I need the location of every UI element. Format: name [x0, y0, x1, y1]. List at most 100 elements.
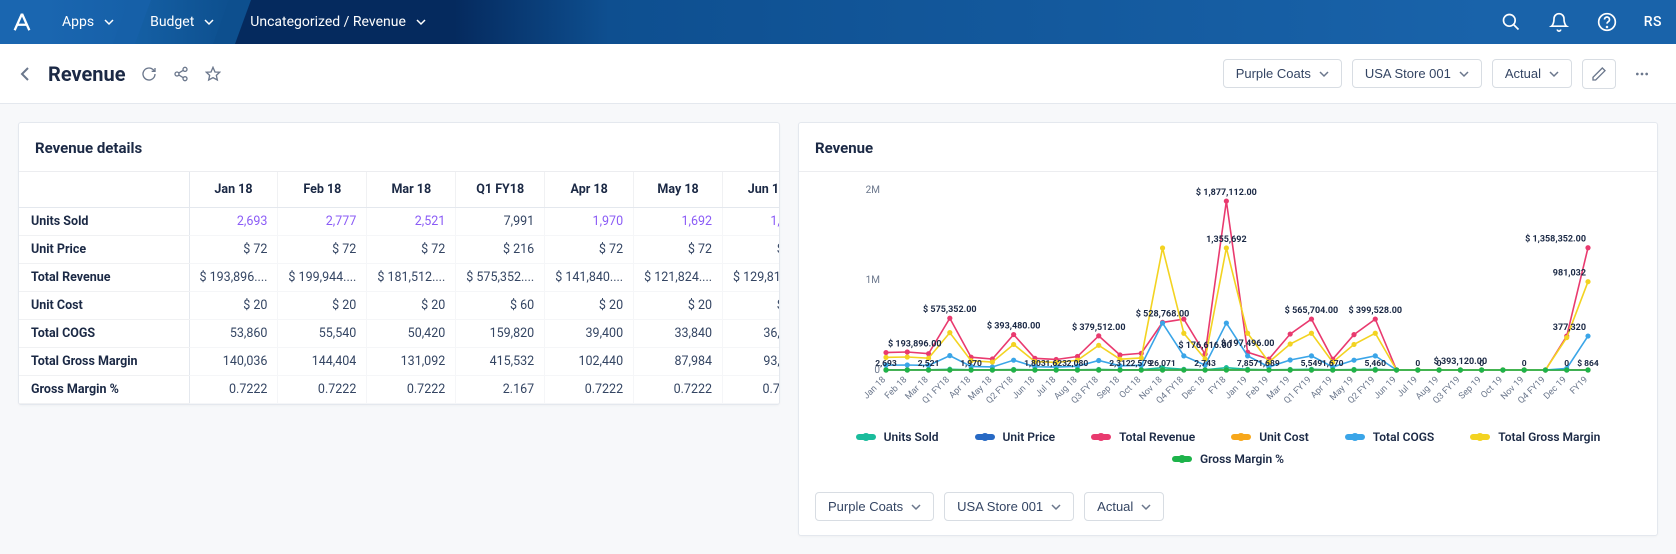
svg-text:2,521: 2,521 — [918, 359, 940, 369]
table-cell[interactable]: 2,693 — [189, 208, 278, 236]
table-column-header[interactable]: Jan 18 — [189, 172, 278, 208]
table-cell[interactable]: 39,400 — [545, 320, 634, 348]
edit-button[interactable] — [1582, 59, 1616, 89]
table-cell[interactable]: $ 72 — [634, 236, 723, 264]
table-cell[interactable]: 53,860 — [189, 320, 278, 348]
filter-product[interactable]: Purple Coats — [1223, 59, 1342, 88]
chart-filter-store[interactable]: USA Store 001 — [944, 492, 1074, 521]
table-cell[interactable]: $ 20 — [634, 292, 723, 320]
table-cell[interactable]: 7,991 — [456, 208, 545, 236]
table-column-header[interactable]: Feb 18 — [278, 172, 367, 208]
row-header[interactable]: Unit Cost — [19, 292, 189, 320]
svg-text:$ 1,358,352.00: $ 1,358,352.00 — [1525, 234, 1586, 245]
table-cell[interactable]: $ 20 — [723, 292, 779, 320]
table-cell[interactable]: $ 60 — [456, 292, 545, 320]
legend-label: Total Gross Margin — [1498, 430, 1600, 444]
table-cell[interactable]: $ 121,824.... — [634, 264, 723, 292]
svg-text:0: 0 — [1479, 359, 1484, 369]
table-column-header[interactable]: Q1 FY18 — [456, 172, 545, 208]
revenue-table: Jan 18Feb 18Mar 18Q1 FY18Apr 18May 18Jun… — [19, 172, 779, 404]
table-column-header[interactable]: Jun 18 — [723, 172, 779, 208]
legend-item[interactable]: Total COGS — [1345, 430, 1434, 444]
table-cell[interactable]: $ 216 — [456, 236, 545, 264]
table-cell[interactable]: 50,420 — [367, 320, 456, 348]
chart-filter-scenario[interactable]: Actual — [1084, 492, 1164, 521]
table-cell[interactable]: 87,984 — [634, 348, 723, 376]
legend-item[interactable]: Total Revenue — [1091, 430, 1195, 444]
table-cell[interactable]: $ 72 — [545, 236, 634, 264]
svg-text:Sep 19: Sep 19 — [1457, 375, 1484, 402]
back-button[interactable] — [18, 66, 34, 82]
table-cell[interactable]: $ 181,512.... — [367, 264, 456, 292]
table-cell[interactable]: 0.7222 — [723, 376, 779, 404]
row-header[interactable]: Total Gross Margin — [19, 348, 189, 376]
table-cell[interactable]: 0.7222 — [634, 376, 723, 404]
legend-item[interactable]: Unit Price — [975, 430, 1056, 444]
table-scroll[interactable]: Jan 18Feb 18Mar 18Q1 FY18Apr 18May 18Jun… — [19, 172, 779, 404]
table-cell[interactable]: 0.7222 — [278, 376, 367, 404]
table-cell[interactable]: 1,970 — [545, 208, 634, 236]
table-cell[interactable]: 131,092 — [367, 348, 456, 376]
svg-text:FY19: FY19 — [1569, 375, 1591, 397]
chart-filter-product[interactable]: Purple Coats — [815, 492, 934, 521]
table-column-header[interactable]: Mar 18 — [367, 172, 456, 208]
search-icon[interactable] — [1500, 11, 1522, 33]
table-cell[interactable]: 0.7222 — [189, 376, 278, 404]
filter-scenario[interactable]: Actual — [1492, 59, 1572, 88]
table-cell[interactable]: 144,404 — [278, 348, 367, 376]
legend-item[interactable]: Unit Cost — [1231, 430, 1309, 444]
table-cell[interactable]: 415,532 — [456, 348, 545, 376]
app-logo[interactable] — [0, 0, 44, 44]
table-cell[interactable]: $ 20 — [189, 292, 278, 320]
table-cell[interactable]: $ 20 — [367, 292, 456, 320]
table-cell[interactable]: $ 575,352.... — [456, 264, 545, 292]
table-cell[interactable]: 0.7222 — [545, 376, 634, 404]
table-cell[interactable]: 0.7222 — [367, 376, 456, 404]
table-cell[interactable]: $ 72 — [189, 236, 278, 264]
table-cell[interactable]: $ 72 — [367, 236, 456, 264]
row-header[interactable]: Units Sold — [19, 208, 189, 236]
legend-item[interactable]: Gross Margin % — [1172, 452, 1284, 466]
table-cell[interactable]: 102,440 — [545, 348, 634, 376]
table-cell[interactable]: $ 20 — [545, 292, 634, 320]
table-cell[interactable]: $ 193,896.... — [189, 264, 278, 292]
table-cell[interactable]: 36,060 — [723, 320, 779, 348]
table-column-header[interactable]: May 18 — [634, 172, 723, 208]
row-header[interactable]: Gross Margin % — [19, 376, 189, 404]
table-cell[interactable]: $ 20 — [278, 292, 367, 320]
row-header[interactable]: Total Revenue — [19, 264, 189, 292]
more-button[interactable] — [1626, 60, 1658, 88]
table-cell[interactable]: $ 199,944.... — [278, 264, 367, 292]
table-cell[interactable]: 93,756 — [723, 348, 779, 376]
table-column-header[interactable]: Apr 18 — [545, 172, 634, 208]
table-cell[interactable]: 2.167 — [456, 376, 545, 404]
table-cell[interactable]: $ 72 — [278, 236, 367, 264]
table-cell[interactable]: 159,820 — [456, 320, 545, 348]
refresh-icon[interactable] — [140, 65, 158, 83]
legend-item[interactable]: Total Gross Margin — [1470, 430, 1600, 444]
table-cell[interactable]: $ 72 — [723, 236, 779, 264]
table-cell[interactable]: 2,777 — [278, 208, 367, 236]
table-cell[interactable]: 1,803 — [723, 208, 779, 236]
filter-store[interactable]: USA Store 001 — [1352, 59, 1482, 88]
user-avatar[interactable]: RS — [1644, 14, 1662, 30]
legend-item[interactable]: Units Sold — [856, 430, 939, 444]
table-cell[interactable]: 140,036 — [189, 348, 278, 376]
nav-page[interactable]: Uncategorized / Revenue — [232, 0, 454, 44]
nav-apps[interactable]: Apps — [44, 0, 132, 44]
table-cell[interactable]: $ 129,816.... — [723, 264, 779, 292]
revenue-chart-title: Revenue — [799, 123, 1657, 172]
table-cell[interactable]: 33,840 — [634, 320, 723, 348]
table-cell[interactable]: 55,540 — [278, 320, 367, 348]
legend-swatch — [975, 434, 995, 440]
star-icon[interactable] — [204, 65, 222, 83]
table-cell[interactable]: $ 141,840.... — [545, 264, 634, 292]
table-cell[interactable]: 1,692 — [634, 208, 723, 236]
share-icon[interactable] — [172, 65, 190, 83]
notifications-icon[interactable] — [1548, 11, 1570, 33]
row-header[interactable]: Total COGS — [19, 320, 189, 348]
svg-text:0: 0 — [1437, 359, 1442, 369]
help-icon[interactable] — [1596, 11, 1618, 33]
table-cell[interactable]: 2,521 — [367, 208, 456, 236]
row-header[interactable]: Unit Price — [19, 236, 189, 264]
